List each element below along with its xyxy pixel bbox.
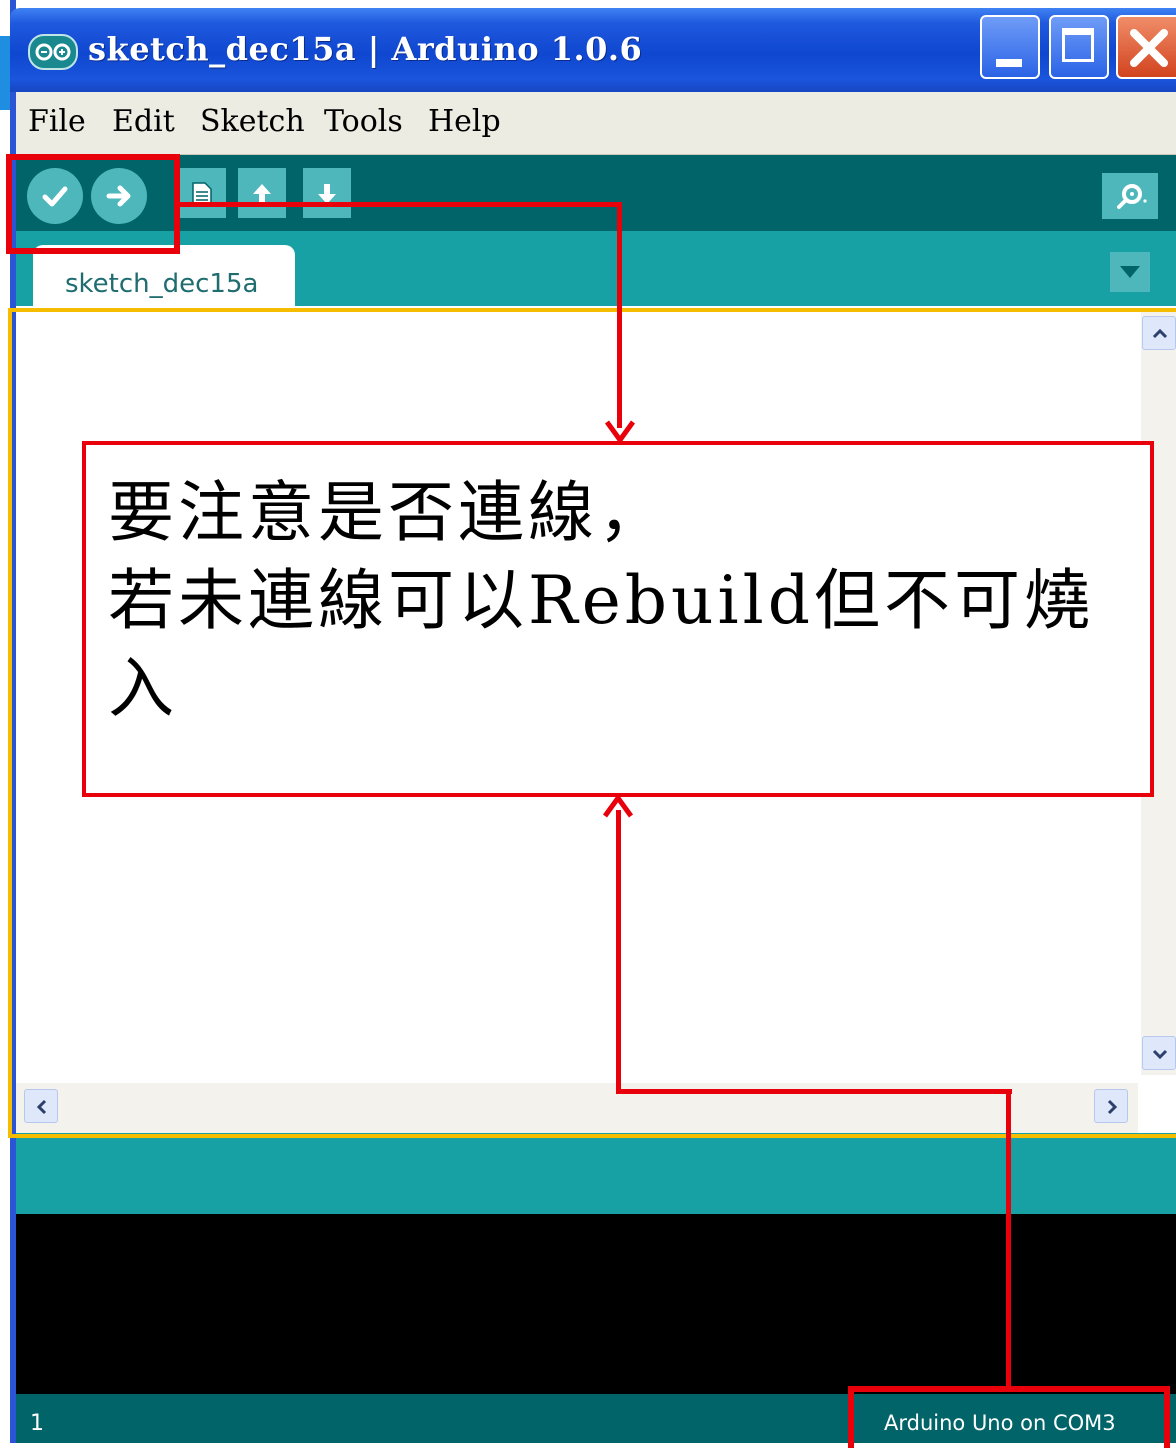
maximize-button[interactable]: [1049, 15, 1109, 79]
tab-menu-button[interactable]: [1110, 252, 1150, 292]
triangle-down-icon: [1120, 266, 1140, 278]
callout-line: [616, 1089, 1012, 1094]
callout-line: [616, 810, 621, 1094]
serial-monitor-icon: [1117, 184, 1147, 209]
toolbar: [16, 155, 1176, 231]
tab-strip: sketch_dec15a: [16, 231, 1176, 306]
menu-bar: File Edit Sketch Tools Help: [16, 92, 1176, 155]
status-area: [16, 1133, 1176, 1214]
close-icon: [1130, 29, 1168, 67]
callout-line: [617, 202, 622, 428]
tab-label: sketch_dec15a: [65, 269, 259, 299]
background-accent: [0, 36, 10, 110]
open-button[interactable]: [238, 168, 286, 218]
menu-sketch[interactable]: Sketch: [200, 104, 305, 139]
verify-upload-highlight: [6, 154, 180, 254]
window-title: sketch_dec15a | Arduino 1.0.6: [88, 30, 643, 68]
minimize-button[interactable]: [980, 15, 1040, 79]
annotation-text: 要注意是否連線， 若未連線可以Rebuild但不可燒 入: [108, 474, 1094, 727]
callout-line: [1006, 1089, 1011, 1391]
callout-line: [178, 202, 622, 207]
line-number: 1: [30, 1411, 44, 1436]
menu-edit[interactable]: Edit: [112, 104, 175, 139]
serial-monitor-button[interactable]: [1102, 173, 1158, 219]
menu-help[interactable]: Help: [428, 104, 501, 139]
save-button[interactable]: [303, 168, 351, 218]
new-button[interactable]: [178, 168, 226, 218]
arrow-up-icon: [602, 794, 634, 818]
arduino-logo-icon: [28, 34, 78, 70]
tab-sketch[interactable]: sketch_dec15a: [33, 245, 295, 306]
menu-tools[interactable]: Tools: [324, 104, 403, 139]
menu-file[interactable]: File: [28, 104, 86, 139]
annotation-note: 要注意是否連線， 若未連線可以Rebuild但不可燒 入: [82, 441, 1154, 797]
console-output[interactable]: [16, 1214, 1176, 1394]
close-button[interactable]: [1116, 15, 1176, 79]
board-port-highlight: [848, 1386, 1170, 1448]
